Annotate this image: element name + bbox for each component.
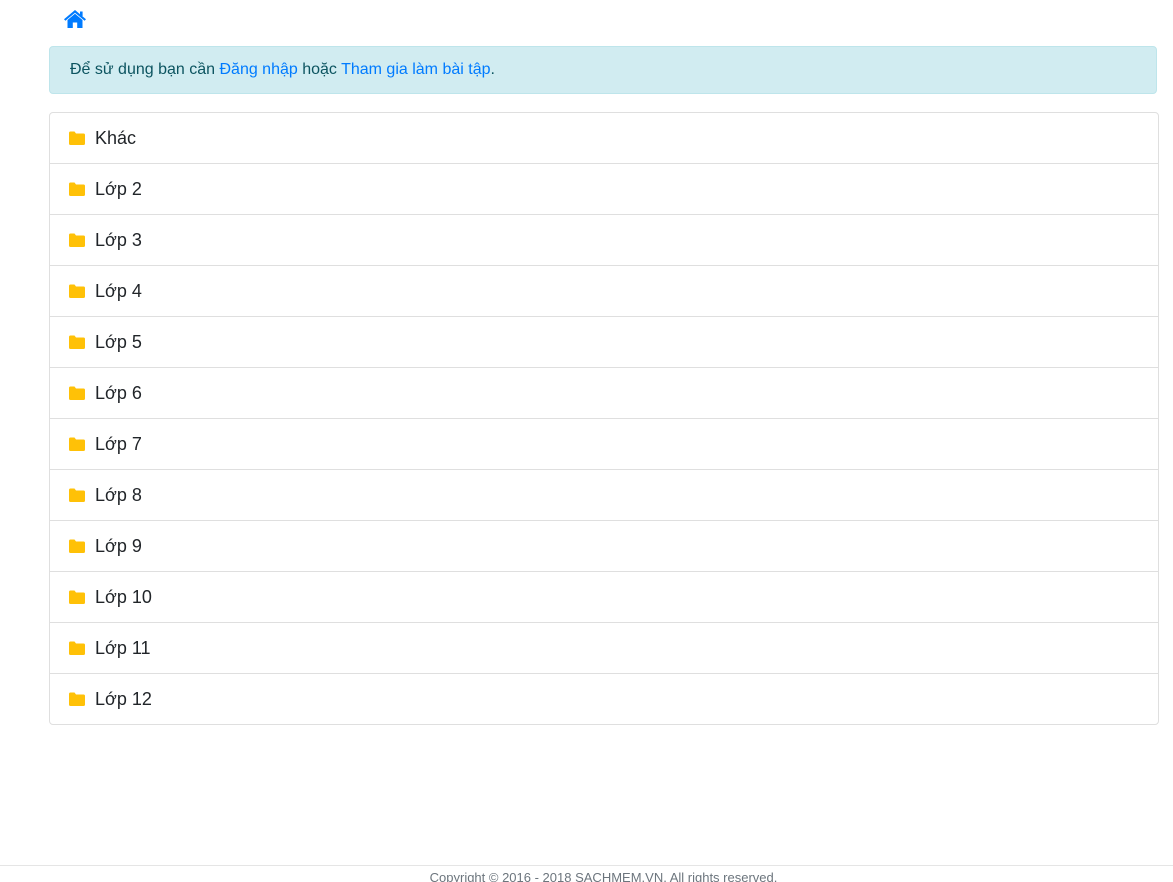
folder-icon xyxy=(69,641,85,655)
join-exercise-link[interactable]: Tham gia làm bài tập xyxy=(341,61,490,78)
category-item[interactable]: Lớp 5 xyxy=(50,316,1158,367)
folder-icon xyxy=(69,284,85,298)
alert-text-before: Để sử dụng bạn cần xyxy=(70,61,220,78)
category-label: Lớp 2 xyxy=(95,179,142,199)
category-item[interactable]: Lớp 12 xyxy=(50,673,1158,724)
category-label: Khác xyxy=(95,128,137,148)
folder-icon xyxy=(69,437,85,451)
login-link[interactable]: Đăng nhập xyxy=(219,61,297,78)
folder-icon xyxy=(69,386,85,400)
category-label: Lớp 6 xyxy=(95,383,142,403)
alert-text-after: . xyxy=(490,61,495,78)
folder-icon xyxy=(69,539,85,553)
category-item[interactable]: Lớp 6 xyxy=(50,367,1158,418)
category-label: Lớp 12 xyxy=(95,689,152,709)
category-item[interactable]: Lớp 3 xyxy=(50,214,1158,265)
category-label: Lớp 5 xyxy=(95,332,142,352)
login-alert: Để sử dụng bạn cần Đăng nhập hoặc Tham g… xyxy=(49,46,1157,94)
folder-icon xyxy=(69,692,85,706)
folder-icon xyxy=(69,233,85,247)
category-label: Lớp 9 xyxy=(95,536,142,556)
folder-icon xyxy=(69,131,85,145)
category-item[interactable]: Lớp 10 xyxy=(50,571,1158,622)
category-list: Khác Lớp 2 Lớp 3 Lớp 4 Lớp 5 Lớp 6 Lớp 7… xyxy=(49,112,1159,725)
category-item[interactable]: Lớp 7 xyxy=(50,418,1158,469)
footer: Copyright © 2016 - 2018 SACHMEM.VN. All … xyxy=(0,865,1173,882)
category-label: Lớp 3 xyxy=(95,230,142,250)
category-label: Lớp 8 xyxy=(95,485,142,505)
category-label: Lớp 4 xyxy=(95,281,142,301)
alert-text-middle: hoặc xyxy=(297,61,342,78)
category-label: Lớp 11 xyxy=(95,638,151,658)
folder-icon xyxy=(69,182,85,196)
page: Để sử dụng bạn cần Đăng nhập hoặc Tham g… xyxy=(0,0,1173,882)
category-label: Lớp 7 xyxy=(95,434,142,454)
home-icon xyxy=(64,10,86,29)
category-item[interactable]: Khác xyxy=(50,113,1158,163)
folder-icon xyxy=(69,488,85,502)
folder-icon xyxy=(69,335,85,349)
category-item[interactable]: Lớp 4 xyxy=(50,265,1158,316)
category-item[interactable]: Lớp 9 xyxy=(50,520,1158,571)
category-label: Lớp 10 xyxy=(95,587,152,607)
category-item[interactable]: Lớp 2 xyxy=(50,163,1158,214)
category-item[interactable]: Lớp 8 xyxy=(50,469,1158,520)
folder-icon xyxy=(69,590,85,604)
category-item[interactable]: Lớp 11 xyxy=(50,622,1158,673)
copyright-text: Copyright © 2016 - 2018 SACHMEM.VN. All … xyxy=(429,870,778,882)
home-link[interactable] xyxy=(64,10,86,30)
